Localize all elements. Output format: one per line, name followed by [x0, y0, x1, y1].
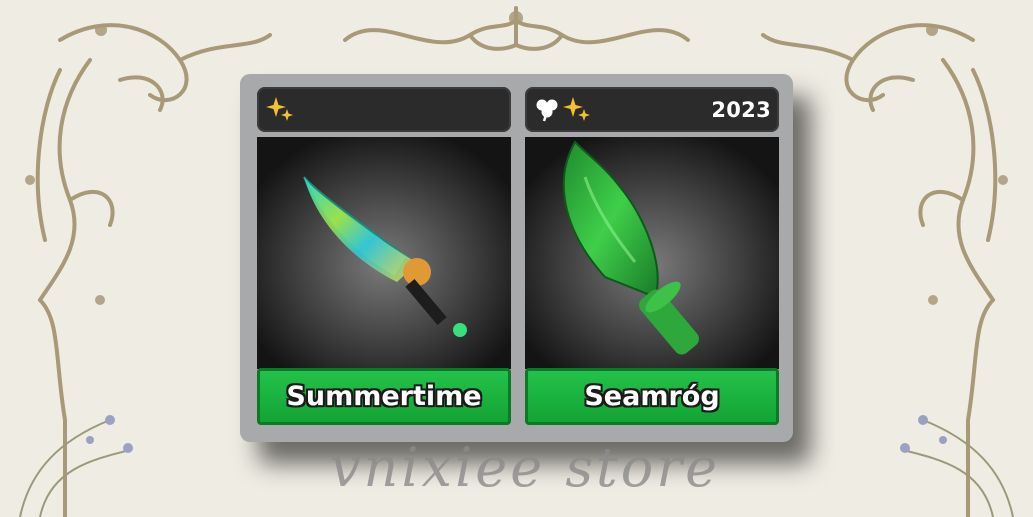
sparkle-icon — [563, 97, 590, 121]
item-card-summertime[interactable]: Summertime — [257, 87, 511, 432]
item-card-seamrog[interactable]: 2023 Seamróg — [525, 87, 779, 432]
item-year: 2023 — [711, 98, 771, 122]
item-image-summertime — [257, 137, 511, 369]
sparkle-icon — [266, 97, 293, 121]
store-watermark: vnixiee store — [329, 436, 721, 499]
item-name-label: Summertime — [286, 381, 482, 412]
item-name-button[interactable]: Summertime — [257, 368, 511, 425]
item-name-label: Seamróg — [584, 381, 720, 412]
item-name-button[interactable]: Seamróg — [525, 368, 779, 425]
clover-icon — [536, 99, 558, 122]
item-header: 2023 — [525, 87, 779, 132]
item-image-seamrog — [525, 137, 779, 369]
items-panel: Summertime 2023 Seamróg — [240, 74, 793, 442]
item-header — [257, 87, 511, 132]
